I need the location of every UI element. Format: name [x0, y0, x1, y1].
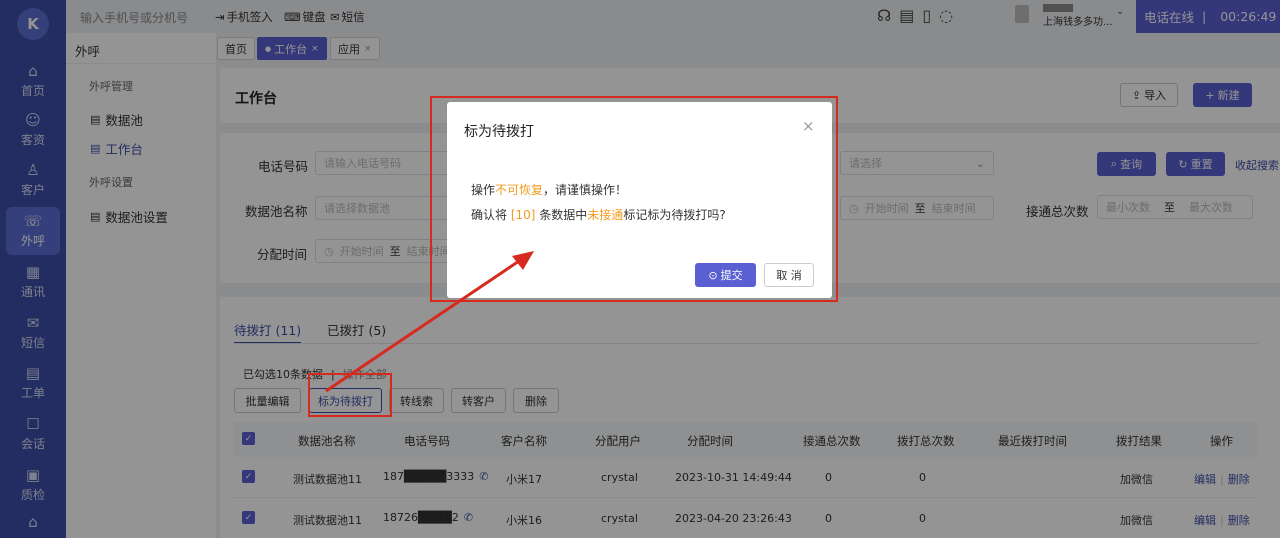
arrow-line [325, 257, 523, 393]
annotation-arrow [325, 251, 534, 393]
arrow-head [512, 251, 534, 270]
